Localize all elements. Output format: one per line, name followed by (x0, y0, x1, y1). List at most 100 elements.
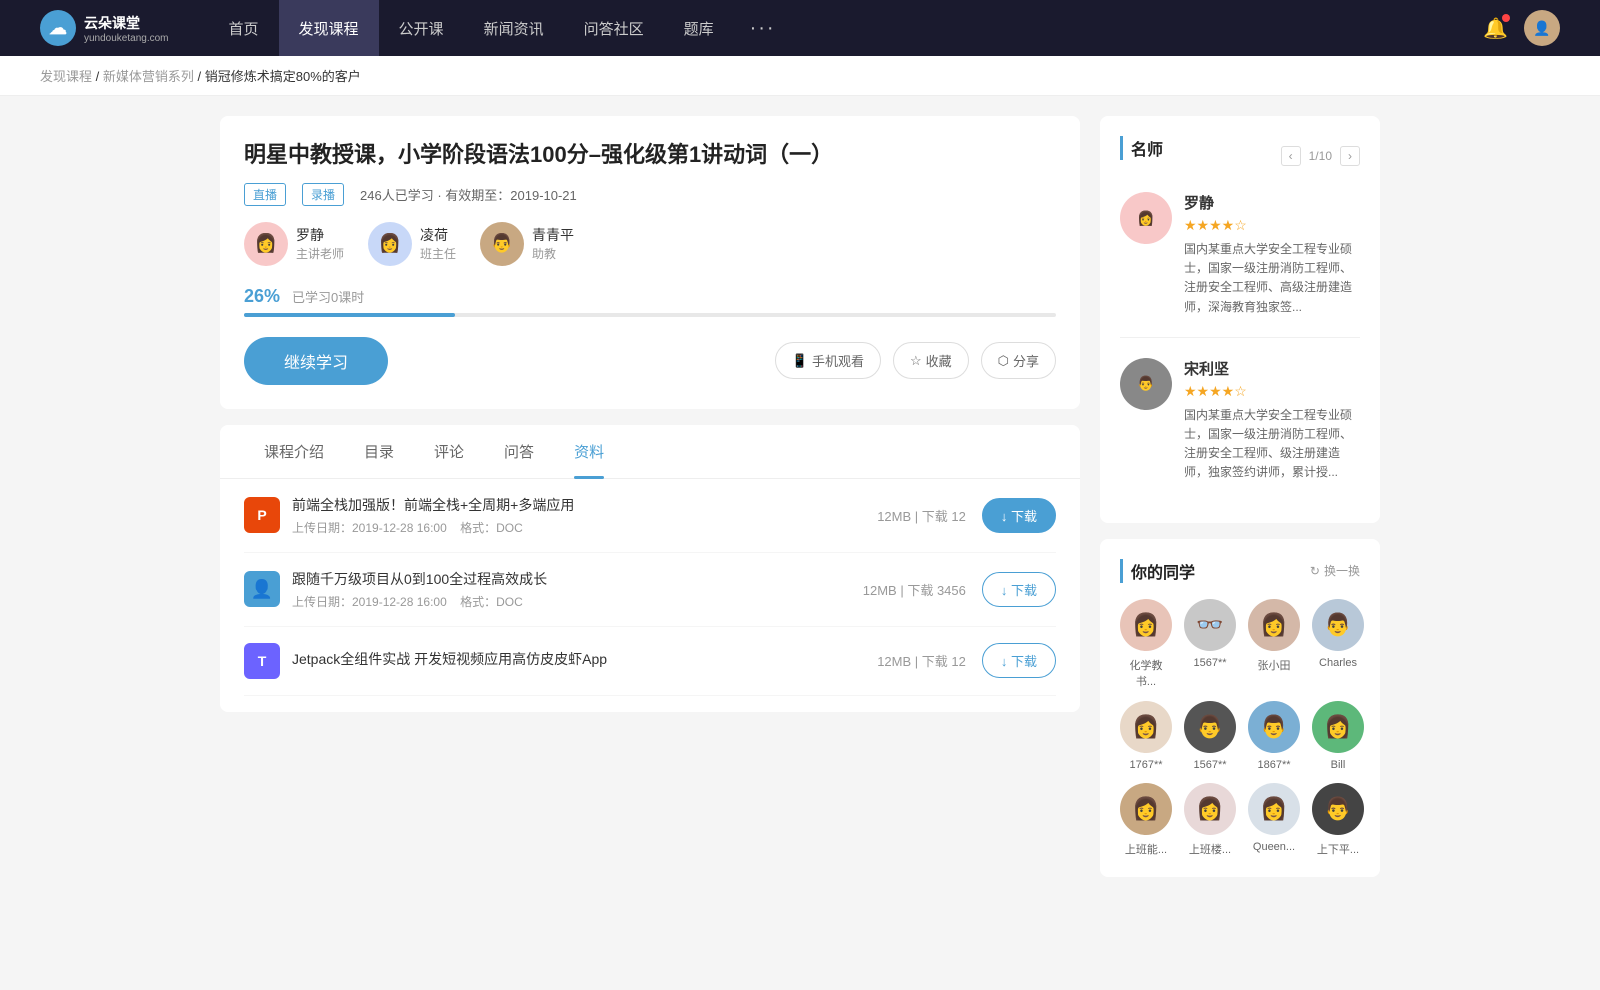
tab-catalog[interactable]: 目录 (344, 425, 414, 478)
classmate-6: 👨 1867** (1248, 701, 1300, 771)
famous-teacher-1: 👨 宋利坚 ★★★★☆ 国内某重点大学安全工程专业硕士，国家一级注册消防工程师、… (1120, 358, 1360, 483)
famous-teacher-avatar-1: 👨 (1120, 358, 1172, 410)
logo-text: 云朵课堂 yundouketang.com (84, 13, 169, 44)
share-button[interactable]: ⬡ 分享 (981, 342, 1056, 379)
classmate-avatar-5: 👨 (1184, 701, 1236, 753)
classmate-name-1: 1567** (1193, 657, 1226, 669)
nav-exam[interactable]: 题库 (664, 0, 734, 56)
classmate-name-11: 上下平... (1317, 841, 1359, 857)
notification-dot (1502, 14, 1510, 22)
classmate-name-5: 1567** (1193, 759, 1226, 771)
famous-teacher-name-1: 宋利坚 (1184, 358, 1360, 379)
teacher-name-2: 青青平 (532, 225, 574, 245)
famous-teacher-stars-0: ★★★★☆ (1184, 217, 1360, 234)
sidebar: 名师 ‹ 1/10 › 👩 罗静 ★★★★☆ 国内某重点大学安全工程专业硕士，国… (1100, 116, 1380, 893)
collect-button[interactable]: ☆ 收藏 (893, 342, 969, 379)
classmate-avatar-1: 👓 (1184, 599, 1236, 651)
tab-review[interactable]: 评论 (414, 425, 484, 478)
classmate-avatar-0: 👩 (1120, 599, 1172, 651)
classmate-1: 👓 1567** (1184, 599, 1236, 689)
badge-live: 直播 (244, 183, 286, 206)
main-layout: 明星中教授课，小学阶段语法100分–强化级第1讲动词（一） 直播 录播 246人… (200, 116, 1400, 893)
breadcrumb: 发现课程 / 新媒体营销系列 / 销冠修炼术搞定80%的客户 (0, 56, 1600, 96)
famous-teacher-name-0: 罗静 (1184, 192, 1360, 213)
classmate-11: 👨 上下平... (1312, 783, 1364, 857)
teacher-avatar-2: 👨 (480, 222, 524, 266)
classmate-avatar-3: 👨 (1312, 599, 1364, 651)
famous-teacher-stars-1: ★★★★☆ (1184, 383, 1360, 400)
bell-icon[interactable]: 🔔 (1483, 16, 1508, 41)
progress-bar-bg (244, 313, 1056, 317)
refresh-classmates-button[interactable]: ↻ 换一换 (1310, 562, 1360, 579)
nav-qa[interactable]: 问答社区 (564, 0, 664, 56)
breadcrumb-link-discover[interactable]: 发现课程 (40, 69, 92, 84)
teacher-0: 👩 罗静 主讲老师 (244, 222, 344, 266)
nav-home[interactable]: 首页 (209, 0, 279, 56)
teacher-role-0: 主讲老师 (296, 245, 344, 262)
resource-icon-0: P (244, 497, 280, 533)
resource-meta-0: 上传日期：2019-12-28 16:00 格式：DOC (292, 519, 877, 536)
continue-study-button[interactable]: 继续学习 (244, 337, 388, 385)
download-button-1[interactable]: ↓ 下载 (982, 572, 1056, 607)
teacher-name-1: 凌荷 (420, 225, 456, 245)
classmate-name-7: Bill (1331, 759, 1346, 771)
course-meta-text: 246人已学习 · 有效期至：2019-10-21 (360, 185, 577, 204)
classmate-avatar-4: 👩 (1120, 701, 1172, 753)
classmate-name-0: 化学教书... (1120, 657, 1172, 689)
nav-open[interactable]: 公开课 (379, 0, 464, 56)
teacher-pagination: ‹ 1/10 › (1281, 146, 1360, 166)
refresh-icon: ↻ (1310, 564, 1320, 578)
resource-icon-2: T (244, 643, 280, 679)
progress-section: 26% 已学习0课时 (244, 286, 1056, 317)
tab-qa[interactable]: 问答 (484, 425, 554, 478)
progress-bar-fill (244, 313, 455, 317)
logo[interactable]: ☁ 云朵课堂 yundouketang.com (40, 10, 169, 46)
classmate-0: 👩 化学教书... (1120, 599, 1172, 689)
share-icon: ⬡ (998, 353, 1009, 369)
resource-stats-0: 12MB | 下载 12 (877, 506, 966, 525)
tabs-card: 课程介绍 目录 评论 问答 资料 P 前端全栈加强版！前端全栈+全周期+多端应用… (220, 425, 1080, 712)
teacher-role-2: 助教 (532, 245, 574, 262)
nav: 首页 发现课程 公开课 新闻资讯 问答社区 题库 ··· (209, 0, 1484, 56)
course-title: 明星中教授课，小学阶段语法100分–强化级第1讲动词（一） (244, 140, 1056, 171)
user-avatar[interactable]: 👤 (1524, 10, 1560, 46)
resource-icon-1: 👤 (244, 571, 280, 607)
famous-teacher-0: 👩 罗静 ★★★★☆ 国内某重点大学安全工程专业硕士，国家一级注册消防工程师、注… (1120, 192, 1360, 317)
teacher-next-button[interactable]: › (1340, 146, 1360, 166)
resource-item-1: 👤 跟随千万级项目从0到100全过程高效成长 上传日期：2019-12-28 1… (244, 553, 1056, 627)
tabs: 课程介绍 目录 评论 问答 资料 (220, 425, 1080, 479)
resource-meta-1: 上传日期：2019-12-28 16:00 格式：DOC (292, 593, 863, 610)
classmate-10: 👩 Queen... (1248, 783, 1300, 857)
classmate-name-3: Charles (1319, 657, 1357, 669)
classmate-avatar-2: 👩 (1248, 599, 1300, 651)
breadcrumb-link-series[interactable]: 新媒体营销系列 (103, 69, 194, 84)
download-button-0[interactable]: ↓ 下载 (982, 498, 1056, 533)
classmate-2: 👩 张小田 (1248, 599, 1300, 689)
classmate-name-2: 张小田 (1258, 657, 1291, 673)
download-button-2[interactable]: ↓ 下载 (982, 643, 1056, 678)
famous-teachers-card: 名师 ‹ 1/10 › 👩 罗静 ★★★★☆ 国内某重点大学安全工程专业硕士，国… (1100, 116, 1380, 523)
classmate-name-10: Queen... (1253, 841, 1295, 853)
nav-more[interactable]: ··· (734, 0, 792, 56)
famous-teacher-desc-0: 国内某重点大学安全工程专业硕士，国家一级注册消防工程师、注册安全工程师、高级注册… (1184, 240, 1360, 317)
resource-stats-2: 12MB | 下载 12 (877, 651, 966, 670)
tab-resource[interactable]: 资料 (554, 425, 624, 478)
nav-discover[interactable]: 发现课程 (279, 0, 379, 56)
resource-item-0: P 前端全栈加强版！前端全栈+全周期+多端应用 上传日期：2019-12-28 … (244, 479, 1056, 553)
classmate-name-8: 上班能... (1125, 841, 1167, 857)
logo-icon: ☁ (40, 10, 76, 46)
classmate-5: 👨 1567** (1184, 701, 1236, 771)
mobile-view-button[interactable]: 📱 手机观看 (775, 342, 881, 379)
classmate-4: 👩 1767** (1120, 701, 1172, 771)
famous-teachers-title: 名师 (1120, 136, 1163, 160)
tab-intro[interactable]: 课程介绍 (244, 425, 344, 478)
teacher-prev-button[interactable]: ‹ (1281, 146, 1301, 166)
header-right: 🔔 👤 (1483, 10, 1560, 46)
teacher-role-1: 班主任 (420, 245, 456, 262)
classmates-card: 你的同学 ↻ 换一换 👩 化学教书... 👓 1567** 👩 张小田 (1100, 539, 1380, 877)
header: ☁ 云朵课堂 yundouketang.com 首页 发现课程 公开课 新闻资讯… (0, 0, 1600, 56)
teacher-name-0: 罗静 (296, 225, 344, 245)
classmate-7: 👩 Bill (1312, 701, 1364, 771)
classmates-grid: 👩 化学教书... 👓 1567** 👩 张小田 👨 Charles 👩 (1120, 599, 1360, 857)
nav-news[interactable]: 新闻资讯 (464, 0, 564, 56)
